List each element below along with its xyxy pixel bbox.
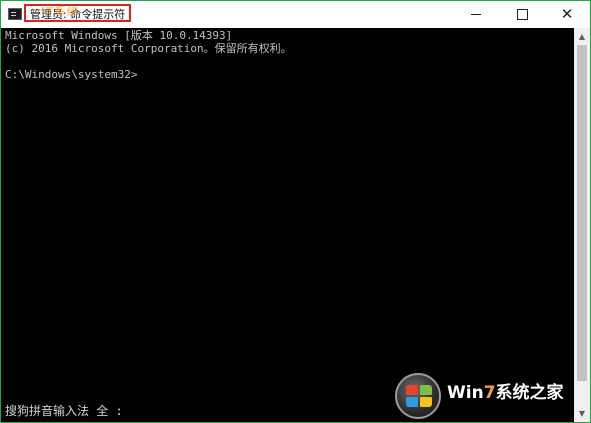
console-line-copyright: (c) 2016 Microsoft Corporation。保留所有权利。	[5, 42, 292, 55]
cmd-window: 管理员: 命令提示符 IT系统 ✕ Microsoft Windows [版本 …	[0, 0, 591, 423]
vertical-scrollbar[interactable]: ▲ ▼	[574, 28, 590, 422]
console-line-version: Microsoft Windows [版本 10.0.14393]	[5, 29, 233, 42]
console-output[interactable]: Microsoft Windows [版本 10.0.14393] (c) 20…	[1, 28, 574, 422]
window-title: 管理员: 命令提示符	[24, 4, 132, 22]
maximize-button[interactable]	[499, 1, 545, 28]
cmd-app-icon[interactable]	[8, 8, 22, 20]
title-bar[interactable]: 管理员: 命令提示符 IT系统 ✕	[1, 1, 590, 28]
console-prompt[interactable]: C:\Windows\system32>	[5, 68, 574, 81]
scroll-down-arrow-icon[interactable]: ▼	[574, 405, 590, 422]
maximize-icon	[516, 9, 528, 20]
scrollbar-thumb[interactable]	[577, 45, 587, 381]
close-icon: ✕	[560, 5, 574, 23]
minimize-button[interactable]	[453, 1, 499, 28]
scroll-up-arrow-icon[interactable]: ▲	[574, 28, 590, 45]
minimize-icon	[471, 14, 481, 15]
ime-status-bar: 搜狗拼音输入法 全 :	[5, 404, 123, 418]
close-button[interactable]: ✕	[544, 1, 590, 28]
